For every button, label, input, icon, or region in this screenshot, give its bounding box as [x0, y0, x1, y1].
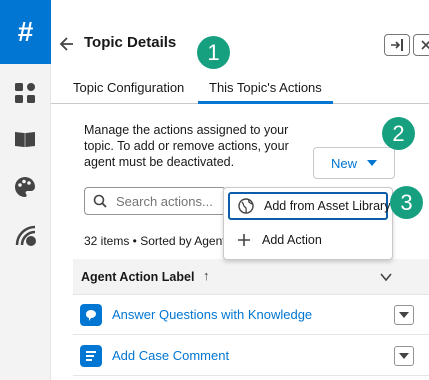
signal-icon[interactable] [12, 222, 38, 248]
table-row: Add Case Comment [73, 336, 429, 376]
row-actions-menu-button[interactable] [394, 305, 414, 325]
palette-icon[interactable] [12, 174, 38, 200]
search-input[interactable] [114, 190, 222, 212]
table-row: Answer Questions with Knowledge [73, 295, 429, 335]
row-actions-menu-button[interactable] [394, 346, 414, 366]
step-marker-2: 2 [382, 117, 415, 150]
new-dropdown-menu: Add from Asset Library Add Action [223, 187, 393, 260]
dock-panel-button[interactable] [384, 34, 410, 56]
new-button-label: New [330, 155, 357, 171]
back-arrow-icon[interactable] [59, 32, 79, 56]
search-icon [93, 194, 107, 208]
plus-icon [236, 232, 252, 248]
close-icon [421, 40, 429, 50]
components-icon[interactable] [12, 80, 38, 106]
action-link[interactable]: Add Case Comment [112, 348, 229, 363]
menu-item-label: Add Action [262, 233, 322, 247]
sort-arrow-icon: ↑ [203, 268, 210, 283]
menu-item-add-from-asset-library[interactable]: Add from Asset Library [228, 192, 391, 220]
page-title: Topic Details [84, 34, 177, 51]
knowledge-action-icon [80, 304, 102, 326]
case-comment-action-icon [80, 345, 102, 367]
caret-down-icon [399, 352, 409, 359]
menu-item-add-action[interactable]: Add Action [228, 226, 388, 254]
tab-bar: Topic Configuration This Topic's Actions [51, 66, 429, 104]
search-box[interactable] [84, 187, 226, 215]
step-marker-3: 3 [390, 186, 423, 219]
action-link[interactable]: Answer Questions with Knowledge [112, 307, 312, 322]
table-header[interactable]: Agent Action Label ↑ [73, 259, 405, 295]
close-panel-button[interactable] [413, 34, 429, 56]
description-line: topic. To add or remove actions, your [84, 139, 289, 153]
globe-icon [238, 198, 254, 214]
tab-this-topics-actions[interactable]: This Topic's Actions [209, 80, 322, 95]
new-button[interactable]: New [313, 147, 395, 179]
description-text: Manage the actions assigned to your topi… [84, 122, 314, 170]
active-tab-indicator [198, 101, 333, 104]
chevron-down-icon[interactable] [379, 270, 393, 284]
panel-header: Topic Details [51, 22, 429, 66]
description-line: agent must be deactivated. [84, 155, 235, 169]
items-count-sort-info: 32 items • Sorted by Agent Action Label [84, 234, 224, 248]
step-marker-1: 1 [197, 36, 230, 69]
menu-item-label: Add from Asset Library [264, 199, 391, 213]
column-header-agent-action-label[interactable]: Agent Action Label [81, 270, 194, 284]
caret-down-icon [399, 311, 409, 318]
book-icon[interactable] [12, 126, 38, 152]
dock-icon [391, 39, 403, 51]
app-rail: # [0, 0, 51, 380]
tab-topic-configuration[interactable]: Topic Configuration [73, 80, 184, 95]
agentforce-hash-icon[interactable]: # [0, 0, 51, 64]
description-line: Manage the actions assigned to your [84, 123, 289, 137]
table-header-filler [405, 259, 429, 295]
caret-down-icon [367, 159, 377, 166]
